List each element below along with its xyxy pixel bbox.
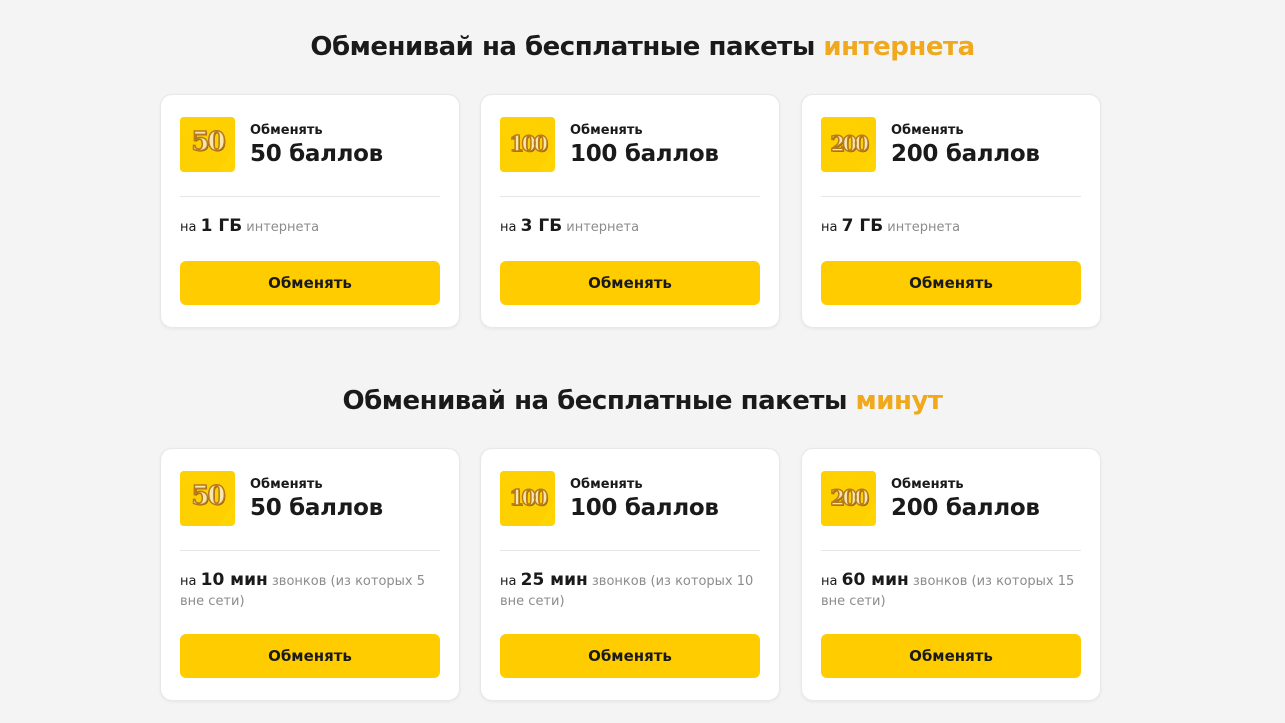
section-title-main: Обменивай на бесплатные пакеты (310, 32, 824, 62)
package-amount: 25 мин (520, 570, 588, 590)
package-description: на 1 ГБ интернета (180, 216, 440, 238)
points-amount: 50 баллов (250, 141, 383, 167)
package-amount: 3 ГБ (520, 216, 563, 236)
exchange-label: Обменять (570, 477, 643, 492)
divider (500, 550, 760, 551)
section-title-main: Обменивай на бесплатные пакеты (342, 386, 856, 416)
exchange-button[interactable]: Обменять (821, 261, 1081, 305)
exchange-label: Обменять (891, 123, 964, 138)
desc-prefix: на (180, 574, 201, 589)
points-badge-icon: 100 (500, 471, 555, 526)
divider (500, 196, 760, 197)
package-amount: 60 мин (841, 570, 909, 590)
desc-prefix: на (180, 220, 201, 235)
points-amount: 50 баллов (250, 495, 383, 521)
badge-number: 50 (191, 126, 227, 158)
package-amount: 1 ГБ (200, 216, 243, 236)
points-badge-icon: 200 (821, 117, 876, 172)
divider (180, 196, 440, 197)
divider (180, 550, 440, 551)
package-details: интернета (242, 220, 320, 235)
badge-number: 50 (191, 480, 227, 512)
package-card: 200 Обменять 200 баллов на 60 мин звонко… (801, 448, 1101, 701)
badge-number: 100 (509, 484, 549, 511)
desc-prefix: на (821, 574, 842, 589)
points-amount: 100 баллов (570, 141, 719, 167)
exchange-button[interactable]: Обменять (180, 261, 440, 305)
package-card: 50 Обменять 50 баллов на 10 мин звонков … (160, 448, 460, 701)
package-description: на 25 мин звонков (из которых 10 вне сет… (500, 570, 760, 612)
desc-prefix: на (821, 220, 842, 235)
exchange-label: Обменять (570, 123, 643, 138)
section-title-minutes: Обменивай на бесплатные пакеты минут (0, 386, 1285, 416)
divider (821, 196, 1081, 197)
package-description: на 10 мин звонков (из которых 5 вне сети… (180, 570, 440, 612)
exchange-button[interactable]: Обменять (500, 261, 760, 305)
section-title-accent: минут (855, 386, 943, 416)
package-details: интернета (562, 220, 640, 235)
section-title-accent: интернета (823, 32, 975, 62)
desc-prefix: на (500, 574, 521, 589)
points-amount: 200 баллов (891, 495, 1040, 521)
package-details: интернета (883, 220, 961, 235)
package-description: на 3 ГБ интернета (500, 216, 760, 238)
points-amount: 100 баллов (570, 495, 719, 521)
points-badge-icon: 50 (180, 117, 235, 172)
exchange-label: Обменять (891, 477, 964, 492)
exchange-label: Обменять (250, 123, 323, 138)
package-amount: 10 мин (200, 570, 268, 590)
points-amount: 200 баллов (891, 141, 1040, 167)
package-card: 100 Обменять 100 баллов на 25 мин звонко… (480, 448, 780, 701)
package-description: на 7 ГБ интернета (821, 216, 1081, 238)
package-description: на 60 мин звонков (из которых 15 вне сет… (821, 570, 1081, 612)
package-amount: 7 ГБ (841, 216, 884, 236)
points-badge-icon: 200 (821, 471, 876, 526)
section-title-internet: Обменивай на бесплатные пакеты интернета (0, 32, 1285, 62)
badge-number: 200 (830, 484, 870, 511)
exchange-button[interactable]: Обменять (500, 634, 760, 678)
exchange-button[interactable]: Обменять (180, 634, 440, 678)
divider (821, 550, 1081, 551)
package-card: 50 Обменять 50 баллов на 1 ГБ интернета … (160, 94, 460, 328)
badge-number: 100 (509, 130, 549, 157)
exchange-button[interactable]: Обменять (821, 634, 1081, 678)
badge-number: 200 (830, 130, 870, 157)
desc-prefix: на (500, 220, 521, 235)
package-card: 100 Обменять 100 баллов на 3 ГБ интернет… (480, 94, 780, 328)
points-badge-icon: 100 (500, 117, 555, 172)
points-badge-icon: 50 (180, 471, 235, 526)
package-card: 200 Обменять 200 баллов на 7 ГБ интернет… (801, 94, 1101, 328)
exchange-label: Обменять (250, 477, 323, 492)
